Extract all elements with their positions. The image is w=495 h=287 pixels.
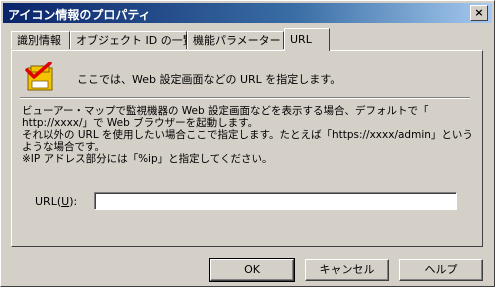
close-icon: × [474,6,484,19]
panel-header-text: ここでは、Web 設定画面などの URL を指定します。 [77,73,342,86]
checklist-icon [25,62,53,91]
url-label-accelerator: U [61,195,70,208]
close-button[interactable]: × [470,5,488,21]
tab-object-id-list[interactable]: オブジェクト ID の一覧 [70,31,194,49]
tab-url[interactable]: URL [284,28,330,51]
ok-button[interactable]: OK [209,258,295,282]
window-title: アイコン情報のプロパティ [8,8,151,22]
url-input[interactable] [94,192,457,210]
description: ビューアー・マップで監視機器の Web 設定画面などを表示する場合、デフォルトで… [22,105,474,165]
tab-identification[interactable]: 識別情報 [11,31,70,49]
cancel-button[interactable]: キャンセル [305,259,389,281]
description-line: ※IP アドレス部分には「%ip」と指定してください。 [22,153,273,165]
properties-dialog: アイコン情報のプロパティ × 識別情報 オブジェクト ID の一覧 機能パラメー… [0,0,495,287]
title-bar[interactable]: アイコン情報のプロパティ × [3,3,492,23]
description-line: ような場合です。 [22,141,105,153]
url-label-prefix: URL( [35,195,62,208]
description-line: http://xxxx/」で Web ブラウザーを起動します。 [22,117,259,129]
panel-header: ここでは、Web 設定画面などの URL を指定します。 [21,60,473,95]
divider [20,97,470,99]
help-button[interactable]: ヘルプ [399,259,483,281]
tab-function-parameters[interactable]: 機能パラメーター [187,31,284,49]
description-line: それ以外の URL を使用したい場合ここで指定します。たとえば「https://… [22,129,473,141]
tab-panel-url: ここでは、Web 設定画面などの URL を指定します。 ビューアー・マップで監… [11,50,483,247]
url-label-suffix: ): [69,195,78,208]
description-line: ビューアー・マップで監視機器の Web 設定画面などを表示する場合、デフォルトで… [22,105,429,117]
url-label: URL(U): [35,195,77,208]
